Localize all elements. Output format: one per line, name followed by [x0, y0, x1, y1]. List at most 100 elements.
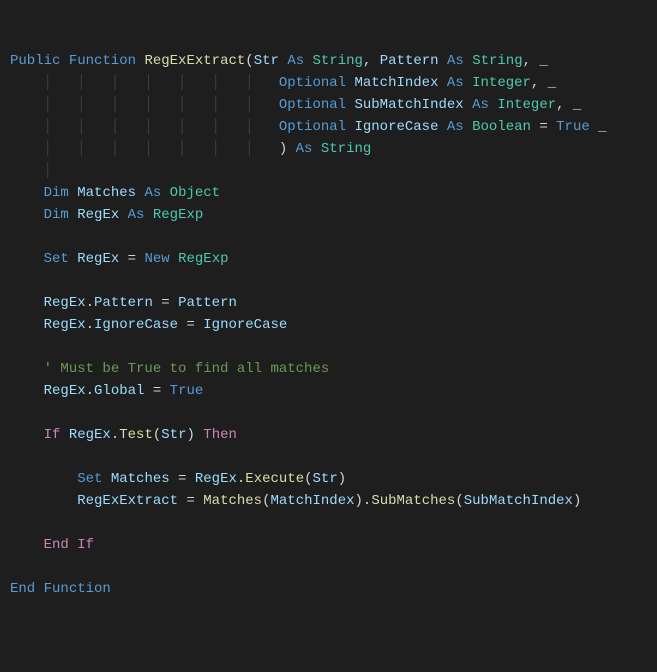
- literal: True: [170, 383, 204, 399]
- keyword-end: End: [44, 537, 69, 553]
- param: Str: [254, 53, 279, 69]
- indent-guide: │ │ │ │ │ │ │: [10, 97, 279, 113]
- arg: SubMatchIndex: [464, 493, 573, 509]
- keyword: Dim: [44, 207, 69, 223]
- code-line: RegEx.IgnoreCase = IgnoreCase: [10, 317, 287, 333]
- object: Matches: [203, 493, 262, 509]
- code-line: If RegEx.Test(Str) Then: [10, 427, 237, 443]
- code-line: Public Function RegExExtract(Str As Stri…: [10, 53, 548, 69]
- code-line: [10, 449, 18, 465]
- comment: ' Must be True to find all matches: [44, 361, 330, 377]
- eq: =: [178, 493, 203, 509]
- paren: (: [455, 493, 463, 509]
- keyword-function: Function: [44, 581, 111, 597]
- code-line: Set RegEx = New RegExp: [10, 251, 229, 267]
- type: String: [321, 141, 371, 157]
- function-name: RegExExtract: [144, 53, 245, 69]
- paren: ): [186, 427, 194, 443]
- object: RegEx: [195, 471, 237, 487]
- variable: Matches: [111, 471, 170, 487]
- keyword-if: If: [77, 537, 94, 553]
- code-line: RegExExtract = Matches(MatchIndex).SubMa…: [10, 493, 581, 509]
- code-line: Dim RegEx As RegExp: [10, 207, 203, 223]
- eq: =: [119, 251, 144, 267]
- code-line: [10, 339, 18, 355]
- object: RegEx: [44, 383, 86, 399]
- keyword: As: [287, 53, 304, 69]
- dot: .: [86, 383, 94, 399]
- keyword: Public: [10, 53, 60, 69]
- keyword: Function: [69, 53, 136, 69]
- code-line: Set Matches = RegEx.Execute(Str): [10, 471, 346, 487]
- paren: ): [573, 493, 581, 509]
- arg: Str: [313, 471, 338, 487]
- eq: =: [144, 383, 169, 399]
- paren: ): [279, 141, 287, 157]
- keyword: As: [144, 185, 161, 201]
- variable: IgnoreCase: [203, 317, 287, 333]
- arg: Str: [161, 427, 186, 443]
- dot: .: [86, 317, 94, 333]
- code-line: │ │ │ │ │ │ │ ) As String: [10, 141, 371, 157]
- object: RegEx: [69, 427, 111, 443]
- code-line: │ │ │ │ │ │ │ Optional SubMatchIndex As …: [10, 97, 581, 113]
- indent-guide: │ │ │ │ │ │ │: [10, 141, 279, 157]
- param: Pattern: [380, 53, 439, 69]
- variable: RegEx: [77, 207, 119, 223]
- keyword-end: End: [10, 581, 35, 597]
- code-line: [10, 515, 18, 531]
- code-line: End Function: [10, 581, 111, 597]
- type: Boolean: [472, 119, 531, 135]
- method: SubMatches: [371, 493, 455, 509]
- type: Integer: [497, 97, 556, 113]
- code-line: RegEx.Global = True: [10, 383, 203, 399]
- method: Execute: [245, 471, 304, 487]
- property: IgnoreCase: [94, 317, 178, 333]
- code-line: │ │ │ │ │ │ │ Optional IgnoreCase As Boo…: [10, 119, 607, 135]
- cont: _: [590, 119, 607, 135]
- variable: RegExExtract: [77, 493, 178, 509]
- keyword: Optional: [279, 119, 346, 135]
- code-block: Public Function RegExExtract(Str As Stri…: [10, 50, 647, 600]
- type: RegExp: [153, 207, 203, 223]
- code-line: [10, 229, 18, 245]
- literal: True: [556, 119, 590, 135]
- dot: .: [111, 427, 119, 443]
- cont: , _: [556, 97, 581, 113]
- property: Global: [94, 383, 144, 399]
- arg: MatchIndex: [270, 493, 354, 509]
- param: MatchIndex: [354, 75, 438, 91]
- eq: =: [178, 317, 203, 333]
- comma: ,: [363, 53, 380, 69]
- type: String: [313, 53, 363, 69]
- keyword-if: If: [44, 427, 61, 443]
- paren: (: [304, 471, 312, 487]
- keyword: Dim: [44, 185, 69, 201]
- param: SubMatchIndex: [354, 97, 463, 113]
- keyword: As: [447, 119, 464, 135]
- paren: ): [355, 493, 363, 509]
- method: Test: [119, 427, 153, 443]
- keyword: As: [447, 75, 464, 91]
- eq: =: [170, 471, 195, 487]
- variable: Matches: [77, 185, 136, 201]
- indent-guide: │ │ │ │ │ │ │: [10, 119, 279, 135]
- paren: (: [153, 427, 161, 443]
- code-line: ' Must be True to find all matches: [10, 361, 329, 377]
- code-line: │ │ │ │ │ │ │ Optional MatchIndex As Int…: [10, 75, 556, 91]
- cont: , _: [523, 53, 548, 69]
- type: Integer: [472, 75, 531, 91]
- property: Pattern: [94, 295, 153, 311]
- indent-guide: │: [10, 163, 52, 179]
- keyword: As: [472, 97, 489, 113]
- variable: RegEx: [77, 251, 119, 267]
- keyword: As: [447, 53, 464, 69]
- code-line: [10, 405, 18, 421]
- keyword: Set: [77, 471, 102, 487]
- keyword: As: [296, 141, 313, 157]
- keyword: Optional: [279, 75, 346, 91]
- code-line: Dim Matches As Object: [10, 185, 220, 201]
- keyword: Set: [44, 251, 69, 267]
- code-line: End If: [10, 537, 94, 553]
- eq: =: [531, 119, 556, 135]
